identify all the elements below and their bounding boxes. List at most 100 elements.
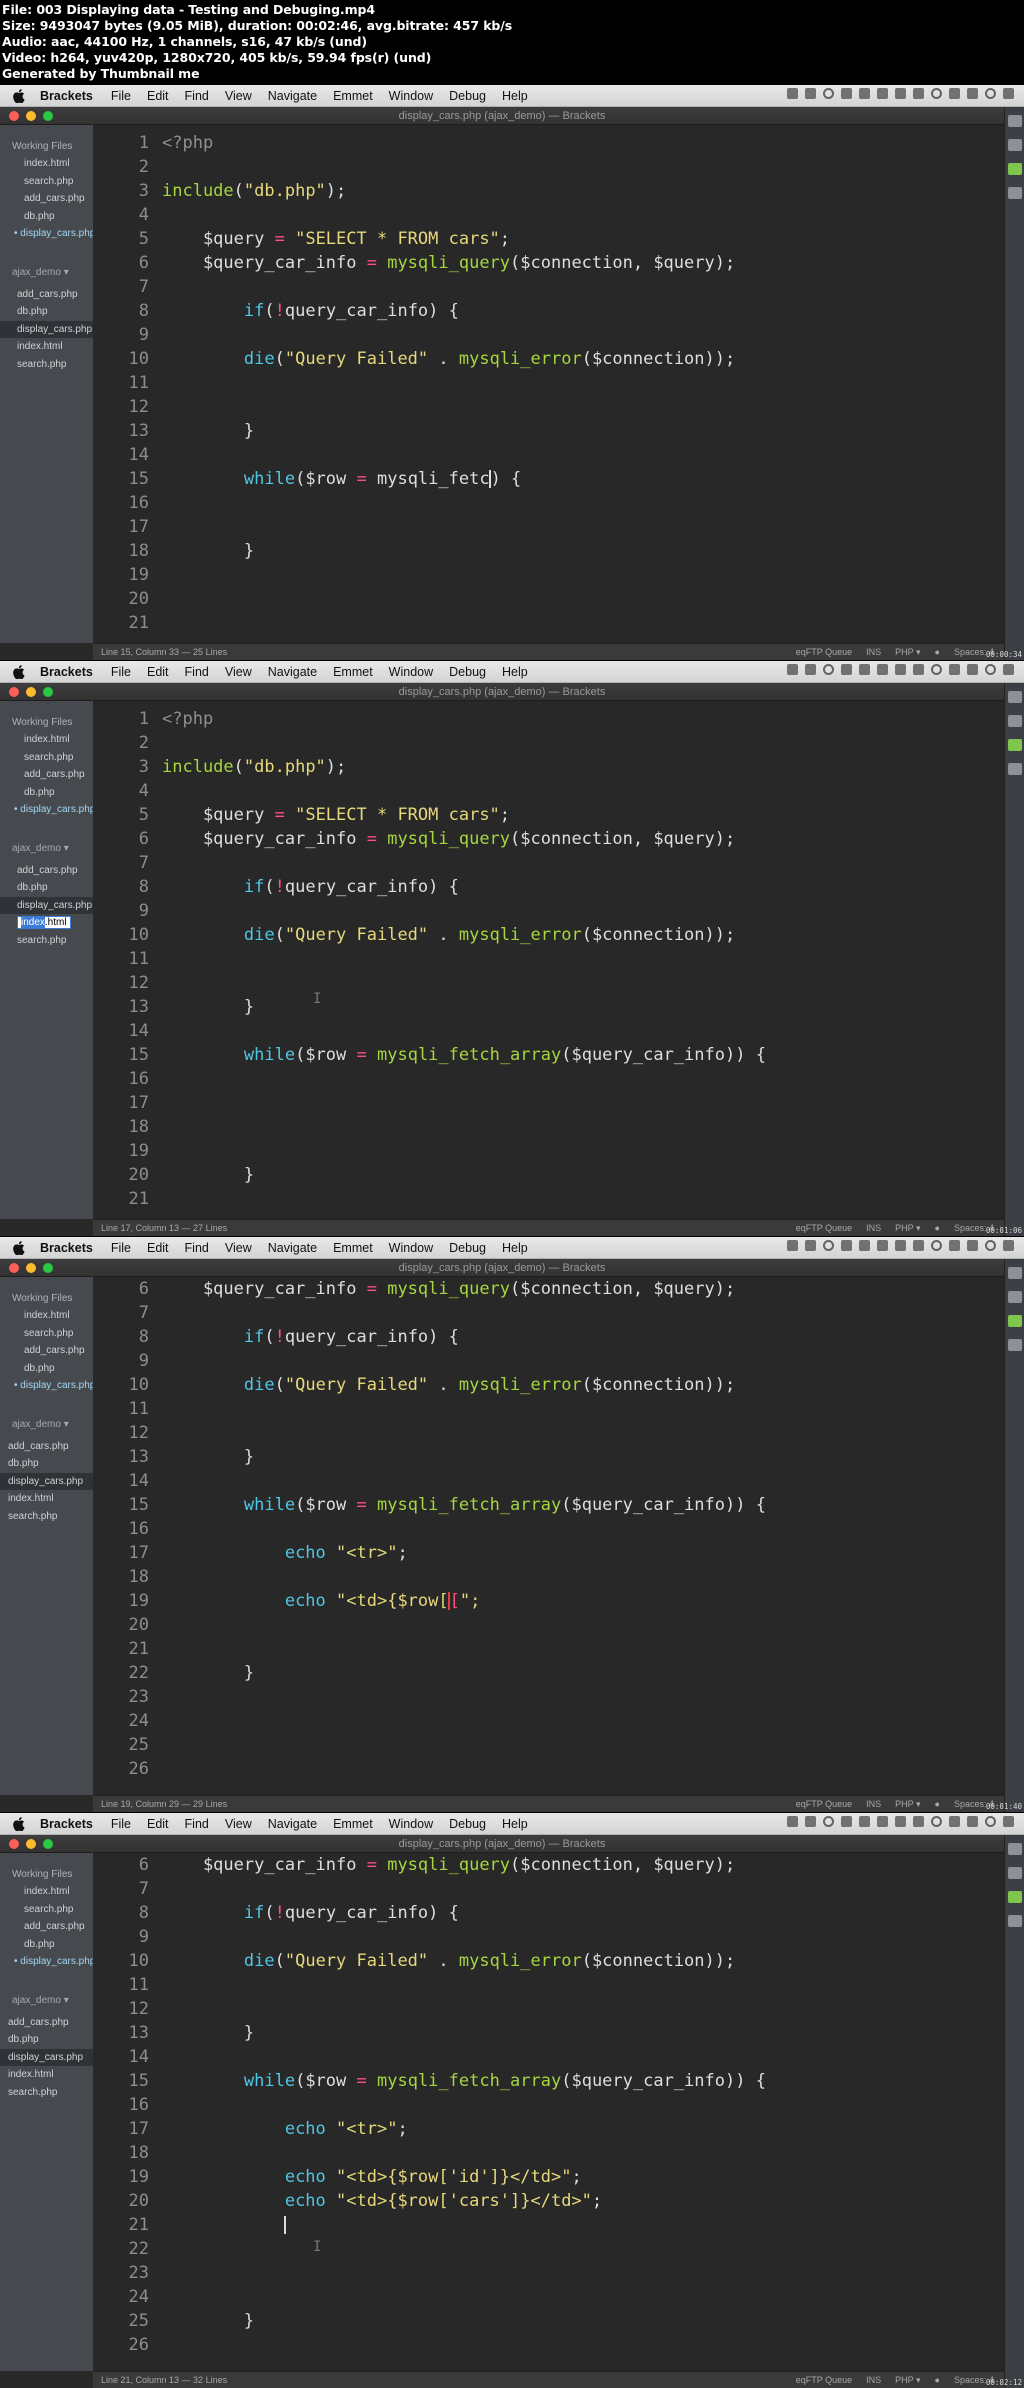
language-select[interactable]: PHP ▾	[895, 2372, 920, 2388]
code-line[interactable]: echo "<tr>";	[162, 2117, 408, 2141]
project-file-item[interactable]: db.php	[0, 1455, 93, 1473]
ftp-icon[interactable]	[1007, 1315, 1022, 1327]
project-file-item[interactable]: db.php	[0, 2031, 93, 2049]
notification-list-icon[interactable]	[1003, 1240, 1014, 1251]
working-file-item-active[interactable]: • display_cars.php	[0, 801, 93, 819]
menu-debug[interactable]: Debug	[449, 1817, 486, 1831]
menu-find[interactable]: Find	[185, 1817, 209, 1831]
user-icon[interactable]	[967, 664, 978, 675]
ftp-icon[interactable]	[1007, 1891, 1022, 1903]
menu-view[interactable]: View	[225, 665, 252, 679]
working-file-item[interactable]: db.php	[0, 1360, 93, 1378]
status-app-icon[interactable]	[877, 88, 888, 99]
clock-icon[interactable]	[931, 1240, 942, 1251]
project-file-item[interactable]: add_cars.php	[0, 286, 93, 304]
menu-window[interactable]: Window	[389, 1817, 433, 1831]
clock-icon[interactable]	[931, 664, 942, 675]
working-file-item[interactable]: add_cars.php	[0, 190, 93, 208]
extension-manager-icon[interactable]	[1007, 715, 1022, 727]
apple-icon[interactable]	[12, 88, 26, 103]
menu-navigate[interactable]: Navigate	[268, 665, 317, 679]
working-file-item[interactable]: db.php	[0, 208, 93, 226]
code-line[interactable]: $query_car_info = mysqli_query($connecti…	[162, 827, 735, 851]
minimize-window-button[interactable]	[26, 1263, 36, 1273]
project-file-item[interactable]: search.php	[0, 932, 93, 950]
apple-icon[interactable]	[12, 1240, 26, 1255]
working-file-item[interactable]: search.php	[0, 173, 93, 191]
status-app-icon[interactable]	[841, 88, 852, 99]
minimize-window-button[interactable]	[26, 111, 36, 121]
working-file-item[interactable]: index.html	[0, 155, 93, 173]
wifi-icon[interactable]	[913, 1816, 924, 1827]
status-record-icon[interactable]	[823, 1240, 834, 1251]
status-app-icon[interactable]	[787, 1816, 798, 1827]
battery-icon[interactable]	[949, 1240, 960, 1251]
spotlight-search-icon[interactable]	[985, 1240, 996, 1251]
live-preview-icon[interactable]	[1007, 691, 1022, 703]
insert-mode-toggle[interactable]: INS	[866, 2372, 881, 2388]
code-line[interactable]: die("Query Failed" . mysqli_error($conne…	[162, 923, 735, 947]
status-record-icon[interactable]	[823, 1816, 834, 1827]
user-icon[interactable]	[967, 1816, 978, 1827]
battery-icon[interactable]	[949, 88, 960, 99]
menu-view[interactable]: View	[225, 89, 252, 103]
working-file-item-active[interactable]: • display_cars.php	[0, 225, 93, 243]
status-app-icon[interactable]	[859, 664, 870, 675]
app-menu[interactable]: Brackets	[40, 1817, 93, 1831]
spotlight-search-icon[interactable]	[985, 88, 996, 99]
apple-icon[interactable]	[12, 1816, 26, 1831]
code-line[interactable]: }	[162, 995, 254, 1019]
close-window-button[interactable]	[9, 687, 19, 697]
wifi-icon[interactable]	[913, 1240, 924, 1251]
project-file-item[interactable]: index.html	[0, 338, 93, 356]
menu-navigate[interactable]: Navigate	[268, 1241, 317, 1255]
status-app-icon[interactable]	[805, 664, 816, 675]
menu-window[interactable]: Window	[389, 89, 433, 103]
project-file-item[interactable]: index.html	[0, 914, 93, 932]
code-editor[interactable]: 6 7 8 9 10 11 12 13 14 15 16 17 18 19 20 21 22 23 24 25 26 $…	[93, 1853, 1004, 2371]
menu-find[interactable]: Find	[185, 665, 209, 679]
menu-help[interactable]: Help	[502, 89, 528, 103]
folder-icon[interactable]	[1007, 1339, 1022, 1351]
project-file-item[interactable]: index.html	[0, 2066, 93, 2084]
code-line[interactable]: include("db.php");	[162, 755, 346, 779]
code-line[interactable]: while($row = mysqli_fetch_array($query_c…	[162, 1043, 766, 1067]
menu-navigate[interactable]: Navigate	[268, 1817, 317, 1831]
menu-emmet[interactable]: Emmet	[333, 1241, 373, 1255]
code-line[interactable]: $query_car_info = mysqli_query($connecti…	[162, 1853, 735, 1877]
code-line[interactable]: echo "<td>{$row[[";	[162, 1589, 481, 1613]
spotlight-search-icon[interactable]	[985, 664, 996, 675]
working-file-item[interactable]: search.php	[0, 1901, 93, 1919]
ftp-queue-button[interactable]: eqFTP Queue	[796, 2372, 852, 2388]
menu-file[interactable]: File	[111, 1817, 131, 1831]
status-record-icon[interactable]	[823, 88, 834, 99]
volume-icon[interactable]	[895, 1816, 906, 1827]
user-icon[interactable]	[967, 1240, 978, 1251]
wifi-icon[interactable]	[913, 664, 924, 675]
volume-icon[interactable]	[895, 1240, 906, 1251]
code-line[interactable]: echo "<tr>";	[162, 1541, 408, 1565]
linter-status-icon[interactable]: ●	[935, 1220, 940, 1236]
status-app-icon[interactable]	[877, 1240, 888, 1251]
working-file-item[interactable]: add_cars.php	[0, 766, 93, 784]
wifi-icon[interactable]	[913, 88, 924, 99]
status-app-icon[interactable]	[841, 1816, 852, 1827]
code-line[interactable]: die("Query Failed" . mysqli_error($conne…	[162, 347, 735, 371]
minimize-window-button[interactable]	[26, 1839, 36, 1849]
project-dropdown[interactable]: ajax_demo ▾	[0, 843, 93, 854]
menu-window[interactable]: Window	[389, 665, 433, 679]
menu-file[interactable]: File	[111, 665, 131, 679]
linter-status-icon[interactable]: ●	[935, 644, 940, 660]
extension-manager-icon[interactable]	[1007, 139, 1022, 151]
zoom-window-button[interactable]	[43, 1839, 53, 1849]
menu-edit[interactable]: Edit	[147, 665, 169, 679]
status-record-icon[interactable]	[823, 664, 834, 675]
rename-input[interactable]: index.html	[17, 916, 71, 929]
menu-navigate[interactable]: Navigate	[268, 89, 317, 103]
project-file-item[interactable]: add_cars.php	[0, 862, 93, 880]
code-line[interactable]: while($row = mysqli_fetch_array($query_c…	[162, 2069, 766, 2093]
project-dropdown[interactable]: ajax_demo ▾	[0, 267, 93, 278]
code-line[interactable]: <?php	[162, 707, 213, 731]
zoom-window-button[interactable]	[43, 111, 53, 121]
code-line[interactable]: <?php	[162, 131, 213, 155]
